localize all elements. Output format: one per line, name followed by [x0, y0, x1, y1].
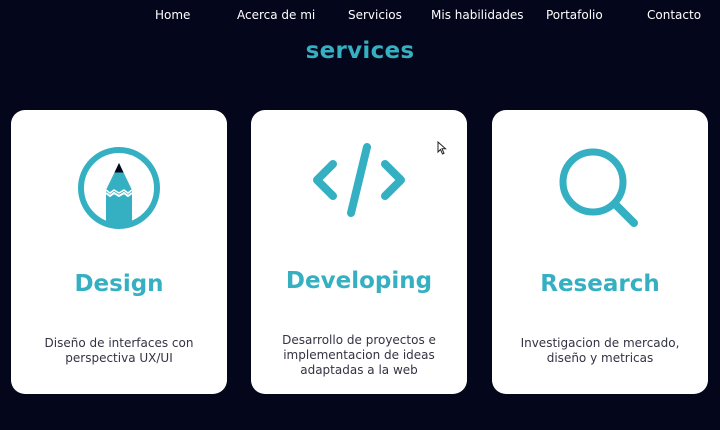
service-card-research[interactable]: Research Investigacion de mercado, diseñ… [492, 110, 708, 394]
service-card-design[interactable]: Design Diseño de interfaces con perspect… [11, 110, 227, 394]
nav-skills[interactable]: Mis habilidades [431, 8, 524, 22]
card-description: Diseño de interfaces con perspectiva UX/… [44, 336, 194, 365]
card-description: Investigacion de mercado, diseño y metri… [520, 336, 680, 365]
magnifier-icon [492, 146, 708, 232]
pencil-circle-icon [11, 145, 227, 231]
nav-services[interactable]: Servicios [348, 8, 402, 22]
section-title: services [305, 38, 415, 64]
top-navigation: Home Acerca de mi Servicios Mis habilida… [0, 0, 720, 32]
card-description: Desarrollo de proyectos e implementacion… [282, 333, 436, 377]
service-card-developing[interactable]: Developing Desarrollo de proyectos e imp… [251, 110, 467, 394]
nav-portfolio[interactable]: Portafolio [546, 8, 603, 22]
nav-contact[interactable]: Contacto [647, 8, 701, 22]
services-page: Home Acerca de mi Servicios Mis habilida… [0, 0, 720, 430]
card-title: Design [74, 271, 164, 297]
card-title: Developing [285, 268, 433, 294]
card-title: Research [540, 271, 660, 297]
mouse-cursor-icon [437, 140, 447, 159]
nav-about[interactable]: Acerca de mi [237, 8, 315, 22]
nav-home[interactable]: Home [155, 8, 190, 22]
code-icon [251, 142, 467, 222]
